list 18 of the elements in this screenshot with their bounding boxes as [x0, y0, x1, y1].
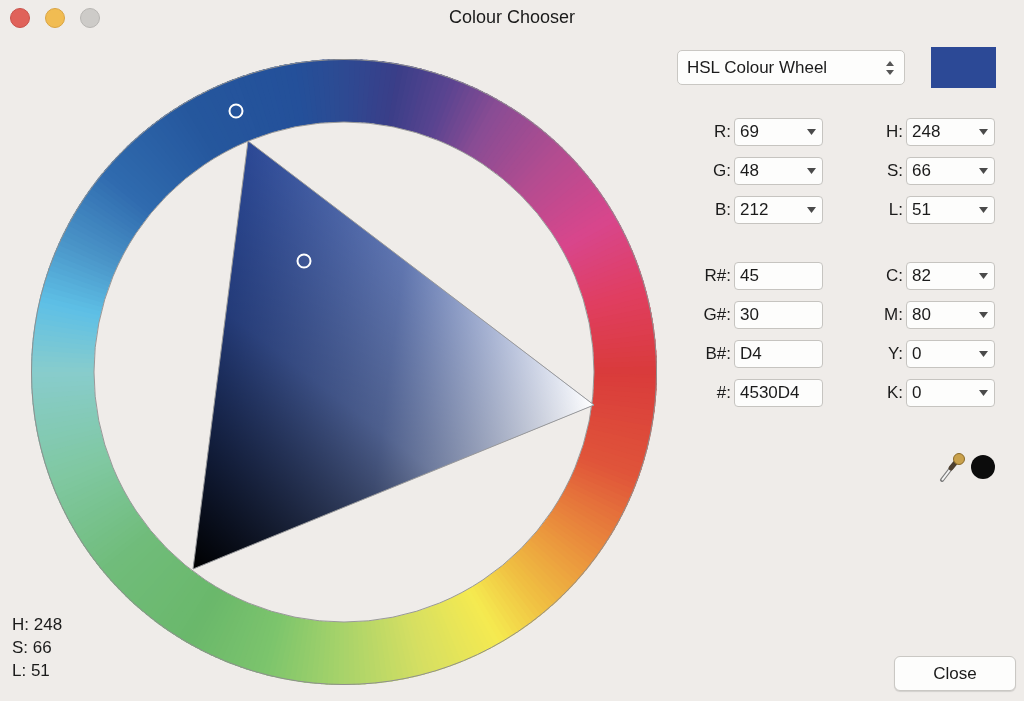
field-label: S:: [886, 160, 903, 182]
readout-text: H: 248: [12, 614, 63, 636]
readout-text: S: 66: [12, 637, 53, 659]
field-label: Y:: [887, 343, 903, 365]
field-label: B:: [714, 199, 731, 221]
field-label: M:: [884, 304, 903, 326]
field-label: R#:: [704, 265, 731, 287]
field-label: G#:: [703, 304, 731, 326]
field-label: C:: [886, 265, 903, 287]
window-title: Colour Chooser: [448, 7, 576, 28]
field-label: G:: [713, 160, 731, 182]
field-label: L:: [888, 199, 903, 221]
field-label: B#:: [705, 343, 731, 365]
field-label: R:: [714, 121, 731, 143]
readout-text: L: 51: [12, 660, 51, 682]
field-label: K:: [886, 382, 903, 404]
field-label: #:: [716, 382, 731, 404]
field-label: H:: [886, 121, 903, 143]
